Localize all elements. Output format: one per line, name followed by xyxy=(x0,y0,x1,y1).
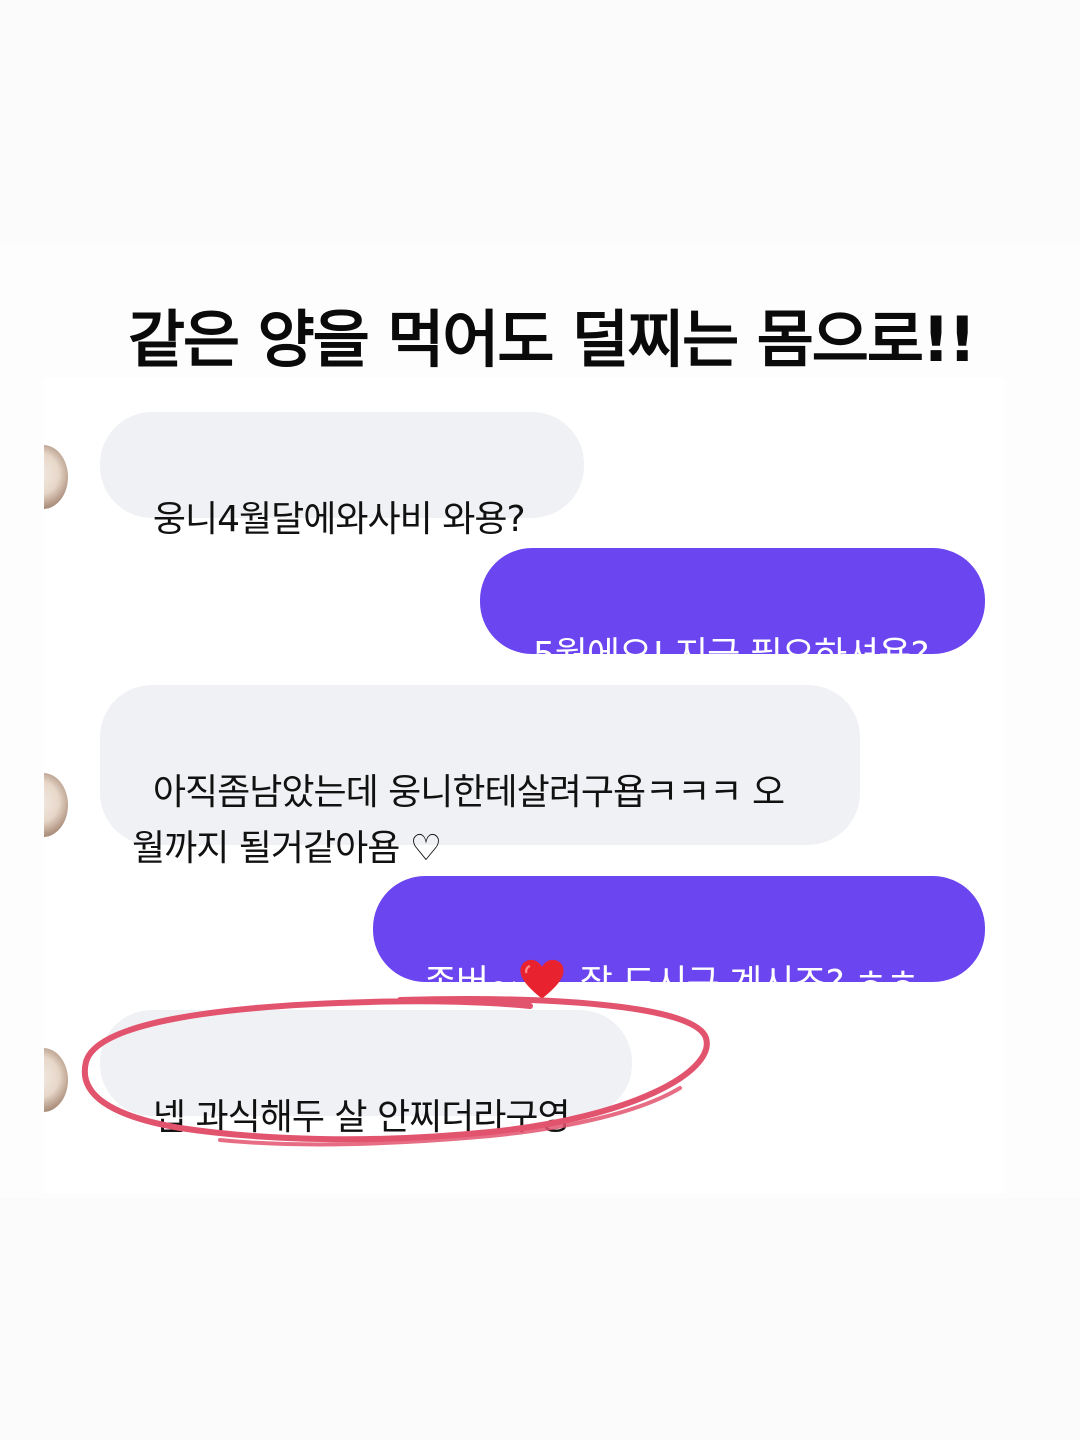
message-text-before-emoji: 존버~ xyxy=(423,963,518,1004)
incoming-message-bubble: 넵 과식해두 살 안찌더라구영 xyxy=(100,1010,632,1138)
headline-title: 같은 양을 먹어도 덜찌는 몸으로!! xyxy=(128,303,976,376)
incoming-message-bubble: 아직좀남았는데 웅니한테살려구욥ㅋㅋㅋ 오 월까지 될거같아욤 ♡ xyxy=(100,685,860,869)
red-heart-icon xyxy=(520,959,564,999)
outgoing-message-bubble: 5월에요! 지금 필요하셔용? xyxy=(480,548,985,676)
message-text-after-emoji: 잘 드시구 계시죠? ㅎㅎ xyxy=(569,963,920,1004)
message-text: 넵 과식해두 살 안찌더라구영 xyxy=(152,1097,571,1138)
message-text: 웅니4월달에와사비 와용? xyxy=(152,499,526,540)
message-text: 5월에요! 지금 필요하셔용? xyxy=(532,635,930,676)
incoming-message-bubble: 웅니4월달에와사비 와용? xyxy=(100,412,584,540)
outgoing-message-bubble: 존버~ 잘 드시구 계시죠? ㅎㅎ xyxy=(373,876,985,1004)
